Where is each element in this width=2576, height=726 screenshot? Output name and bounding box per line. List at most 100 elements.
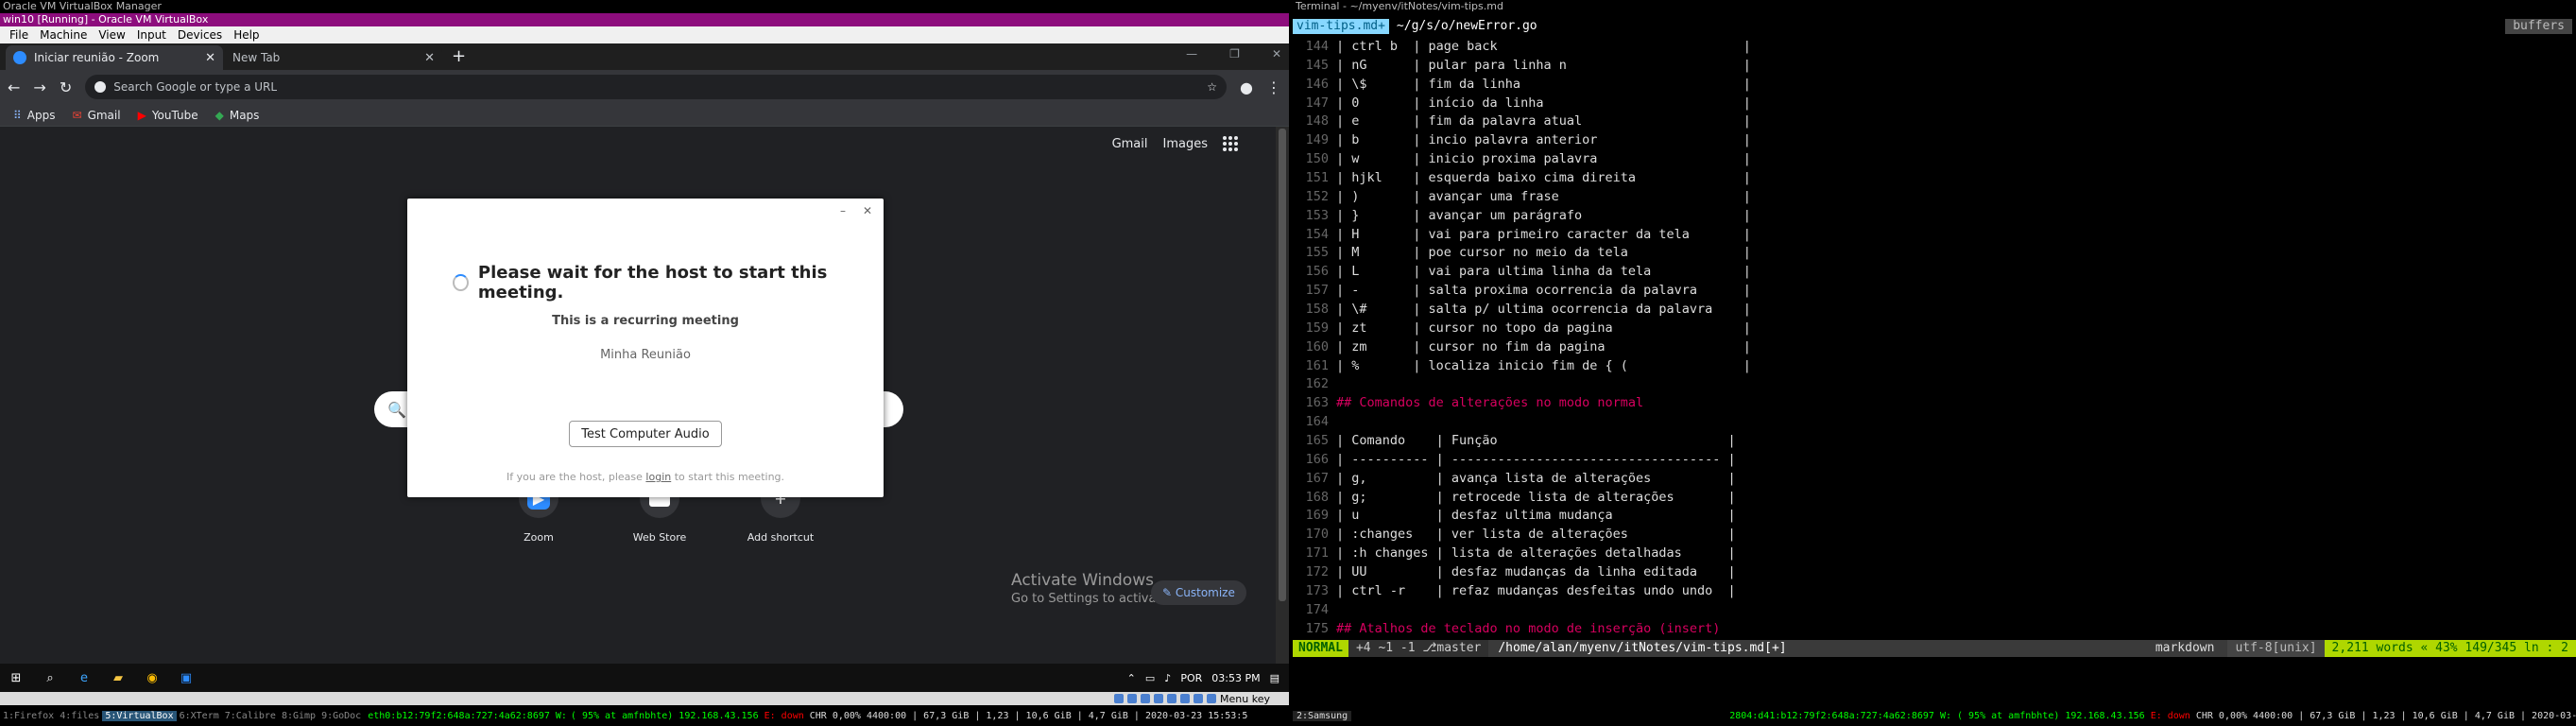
workspace-button[interactable]: 8:Gimp: [279, 711, 318, 721]
vim-tab-other[interactable]: ~/g/s/o/newError.go: [1389, 19, 1545, 34]
bookmark-apps[interactable]: ⠿ Apps: [13, 109, 56, 122]
display-icon[interactable]: [1194, 694, 1204, 703]
star-icon[interactable]: ☆: [1207, 80, 1217, 94]
menu-input[interactable]: Input: [137, 28, 166, 42]
bookmark-maps[interactable]: ◆ Maps: [215, 109, 260, 122]
line-text: | ctrl b | page back |: [1336, 39, 1751, 54]
vim-line: 169 | u | desfaz ultima mudança |: [1293, 507, 2576, 526]
bookmark-label: Gmail: [87, 108, 121, 122]
workspace-button[interactable]: 6:XTerm: [177, 711, 222, 721]
line-number: 159: [1305, 320, 1329, 336]
line-text: | % | localiza inicio fim de { ( |: [1336, 357, 1751, 373]
chrome-toolbar: ← → ↻ Search Google or type a URL ☆ ● ⋮: [0, 70, 1289, 104]
recording-icon[interactable]: [1207, 694, 1217, 703]
vim-tab-current[interactable]: vim-tips.md+: [1293, 19, 1389, 34]
audio-icon[interactable]: [1141, 694, 1151, 703]
chevron-up-icon[interactable]: ⌃: [1127, 672, 1136, 684]
test-audio-button[interactable]: Test Computer Audio: [569, 421, 722, 447]
explorer-icon[interactable]: ▰: [110, 669, 127, 686]
search-icon[interactable]: ⌕: [42, 669, 59, 686]
language-indicator[interactable]: POR: [1180, 672, 1202, 684]
line-number: 170: [1305, 527, 1329, 543]
line-text: | ctrl -r | refaz mudanças desfeitas und…: [1336, 582, 1736, 598]
line-text: | e | fim da palavra atual |: [1336, 113, 1751, 130]
zoom-icon[interactable]: ▣: [178, 669, 195, 686]
line-number: 168: [1305, 489, 1329, 505]
maximize-icon[interactable]: ❐: [1229, 47, 1240, 60]
storage-icon[interactable]: [1114, 694, 1125, 703]
eth-status: eth0:b12:79f2:648a:727:4a62:8697: [368, 710, 550, 721]
host-note-pre: If you are the host, please: [506, 471, 643, 483]
volume-icon[interactable]: ♪: [1164, 672, 1171, 684]
google-icon: [94, 81, 107, 93]
omnibox-placeholder: Search Google or type a URL: [113, 80, 278, 94]
network-icon[interactable]: ▭: [1145, 672, 1155, 684]
vim-line: 152 | ) | avançar uma frase |: [1293, 188, 2576, 207]
apps-grid-icon[interactable]: [1223, 136, 1238, 151]
menu-file[interactable]: File: [9, 28, 28, 42]
line-number: 166: [1305, 451, 1329, 467]
close-icon[interactable]: ✕: [863, 204, 872, 217]
page-scrollbar[interactable]: [1276, 127, 1289, 664]
menu-view[interactable]: View: [98, 28, 125, 42]
back-icon[interactable]: ←: [8, 78, 20, 96]
edge-icon[interactable]: e: [76, 669, 93, 686]
usb-icon[interactable]: [1167, 694, 1177, 703]
optical-icon[interactable]: [1127, 694, 1138, 703]
workspace-button[interactable]: 7:Calibre: [222, 711, 279, 721]
tab-new-tab[interactable]: New Tab ✕: [225, 45, 442, 70]
line-number: 147: [1305, 95, 1329, 111]
vim-line: 163 ## Comandos de alterações no modo nor…: [1293, 394, 2576, 413]
reload-icon[interactable]: ↻: [60, 78, 72, 96]
vim-buffer[interactable]: 144 | ctrl b | page back | 145 | nG | pular…: [1293, 38, 2576, 639]
menu-machine[interactable]: Machine: [40, 28, 87, 42]
line-text: | M | poe cursor no meio da tela |: [1336, 245, 1751, 261]
workspace-button[interactable]: 2:Samsung: [1293, 710, 1352, 721]
close-icon[interactable]: ✕: [1272, 47, 1281, 60]
line-text: | L | vai para ultima linha da tela |: [1336, 264, 1751, 280]
menu-dots-icon[interactable]: ⋮: [1266, 78, 1281, 96]
customize-button[interactable]: ✎ Customize: [1151, 580, 1246, 605]
clock[interactable]: 03:53 PM: [1211, 672, 1260, 684]
shortcut-label: Web Store: [632, 531, 687, 544]
images-link[interactable]: Images: [1163, 137, 1209, 151]
omnibox[interactable]: Search Google or type a URL ☆: [85, 75, 1228, 99]
shared-folder-icon[interactable]: [1180, 694, 1191, 703]
profile-icon[interactable]: ●: [1240, 78, 1253, 96]
forward-icon[interactable]: →: [33, 78, 45, 96]
menu-help[interactable]: Help: [233, 28, 259, 42]
line-text: | - | salta proxima ocorrencia da palavr…: [1336, 283, 1751, 299]
workspace-button[interactable]: 4:files: [57, 711, 102, 721]
vim-line: 162: [1293, 375, 2576, 394]
notifications-icon[interactable]: ▤: [1270, 672, 1279, 684]
bookmark-gmail[interactable]: ✉ Gmail: [73, 109, 121, 122]
chrome-icon[interactable]: ◉: [144, 669, 161, 686]
line-text: | 0 | início da linha |: [1336, 95, 1751, 111]
host-key-label: Menu key: [1220, 692, 1270, 705]
login-link[interactable]: login: [645, 471, 671, 483]
recurring-label: This is a recurring meeting: [552, 314, 739, 328]
apps-icon: ⠿: [13, 108, 22, 122]
workspace-button[interactable]: 1:Firefox: [0, 711, 57, 721]
windows-start-icon[interactable]: ⊞: [8, 669, 25, 686]
dialog-controls: – ✕: [840, 204, 872, 217]
workspace-button[interactable]: 9:GoDoc: [318, 711, 364, 721]
close-tab-icon[interactable]: ✕: [205, 51, 215, 65]
gmail-link[interactable]: Gmail: [1112, 137, 1148, 151]
menu-devices[interactable]: Devices: [178, 28, 222, 42]
new-tab-icon[interactable]: +: [452, 46, 466, 66]
minimize-icon[interactable]: —: [1186, 47, 1197, 60]
bookmark-youtube[interactable]: ▶ YouTube: [138, 109, 198, 122]
terminal-title: Terminal - ~/myenv/itNotes/vim-tips.md: [1293, 0, 2576, 13]
tab-zoom[interactable]: Iniciar reunião - Zoom ✕: [6, 45, 223, 70]
workspace-button-focused[interactable]: 5:VirtualBox: [102, 710, 177, 721]
line-text: | :changes | ver lista de alterações |: [1336, 527, 1736, 543]
eth-status: 2804:d41:b12:79f2:648a:727:4a62:8697: [1729, 710, 1934, 721]
line-number: 145: [1305, 57, 1329, 73]
line-number: 162: [1305, 376, 1329, 392]
minimize-icon[interactable]: –: [840, 204, 846, 217]
close-tab-icon[interactable]: ✕: [424, 51, 435, 65]
network-icon[interactable]: [1154, 694, 1164, 703]
bookmark-label: YouTube: [151, 108, 198, 122]
line-number: 174: [1305, 601, 1329, 617]
